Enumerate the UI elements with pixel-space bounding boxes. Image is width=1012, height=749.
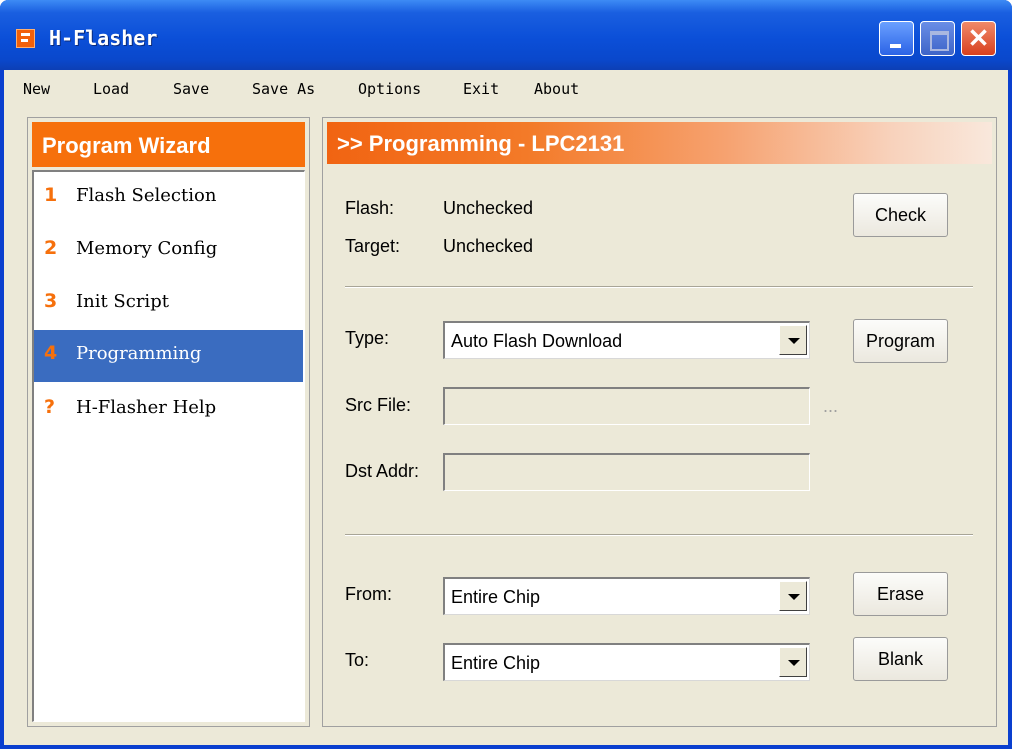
app-logo-icon [16,29,35,48]
divider [345,286,973,288]
title-bar[interactable]: H-Flasher ✕ [0,0,1012,70]
flash-label: Flash: [345,198,395,218]
target-status: Unchecked [443,236,534,256]
from-select[interactable]: Entire Chip [443,577,810,615]
wizard-item-label: H-Flasher Help [76,397,217,418]
wizard-item-label: Flash Selection [76,185,217,206]
check-button[interactable]: Check [853,193,948,237]
wizard-step-list: 1 Flash Selection 2 Memory Config 3 Init… [32,170,305,722]
wizard-item-label: Programming [76,343,202,364]
menu-item-about[interactable]: About [534,80,579,98]
menu-item-exit[interactable]: Exit [463,80,499,98]
program-wizard-panel: Program Wizard 1 Flash Selection 2 Memor… [27,117,310,727]
flash-status: Unchecked [443,198,534,218]
chevron-down-icon[interactable] [779,647,807,677]
help-icon: ? [44,396,56,418]
type-select-value: Auto Flash Download [451,331,623,351]
menu-bar: New Load Save Save As Options Exit About [4,70,1008,110]
menu-item-save-as[interactable]: Save As [252,80,315,98]
menu-item-new[interactable]: New [23,80,50,98]
divider [345,534,973,536]
wizard-item-label: Init Script [76,291,169,312]
chevron-down-icon[interactable] [779,581,807,611]
menu-item-load[interactable]: Load [93,80,129,98]
program-button[interactable]: Program [853,319,948,363]
dst-addr-field[interactable] [443,453,810,491]
wizard-item-programming[interactable]: 4 Programming [34,330,303,382]
menu-item-save[interactable]: Save [173,80,209,98]
maximize-button[interactable] [920,21,955,56]
wizard-item-init-script[interactable]: 3 Init Script [34,278,303,330]
from-select-value: Entire Chip [451,587,541,607]
browse-button[interactable]: ... [823,396,838,417]
blank-button[interactable]: Blank [853,637,948,681]
wizard-title: Program Wizard [32,122,305,167]
src-file-label: Src File: [345,395,412,415]
chevron-down-icon[interactable] [779,325,807,355]
dst-addr-label: Dst Addr: [345,461,420,481]
step-number: 2 [44,237,58,259]
wizard-item-label: Memory Config [76,238,218,259]
to-select-value: Entire Chip [451,653,541,673]
type-label: Type: [345,328,390,348]
minimize-button[interactable] [879,21,914,56]
step-number: 3 [44,290,58,312]
from-label: From: [345,584,392,604]
wizard-item-help[interactable]: ? H-Flasher Help [34,384,303,436]
wizard-item-flash-selection[interactable]: 1 Flash Selection [34,172,303,224]
to-label: To: [345,650,370,670]
app-window: H-Flasher ✕ New Load Save Save As Option… [0,0,1012,749]
menu-item-options[interactable]: Options [358,80,421,98]
step-number: 1 [44,184,58,206]
to-select[interactable]: Entire Chip [443,643,810,681]
wizard-item-memory-config[interactable]: 2 Memory Config [34,225,303,277]
src-file-field[interactable] [443,387,810,425]
close-button[interactable]: ✕ [961,21,996,56]
panel-title: >> Programming - LPC2131 [327,122,992,164]
programming-panel: >> Programming - LPC2131 Flash: Unchecke… [322,117,997,727]
step-number: 4 [44,342,58,364]
erase-button[interactable]: Erase [853,572,948,616]
type-select[interactable]: Auto Flash Download [443,321,810,359]
window-title: H-Flasher [49,26,158,50]
target-label: Target: [345,236,401,256]
close-icon: ✕ [967,23,990,53]
